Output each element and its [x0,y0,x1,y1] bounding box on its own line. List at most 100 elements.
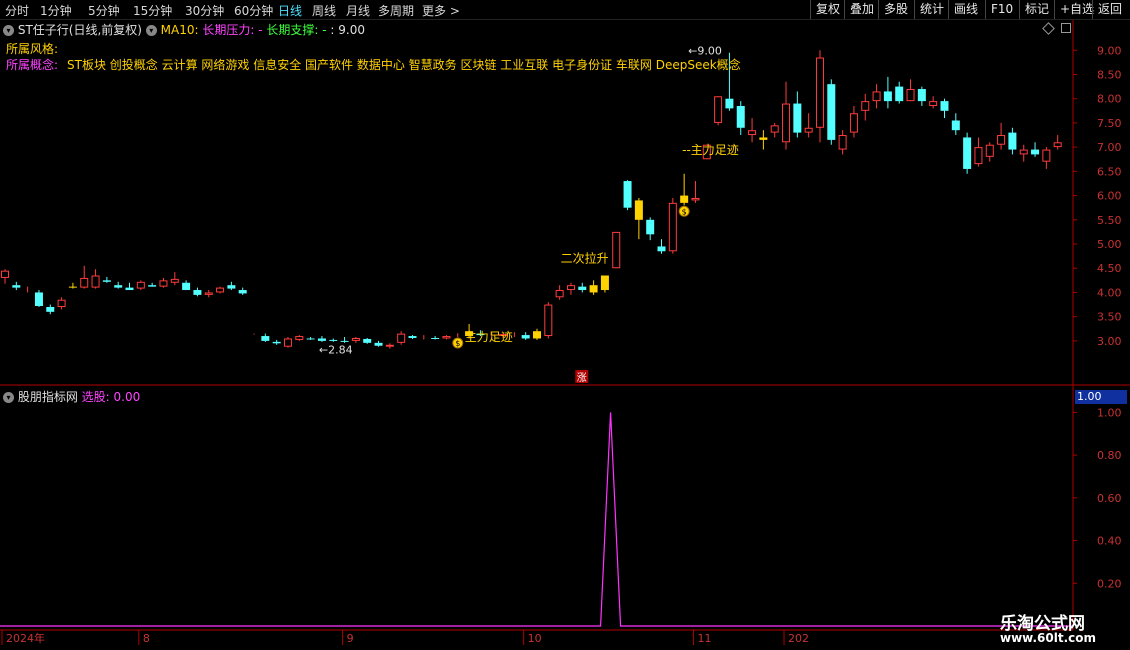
collapse-icon[interactable]: ▾ [3,25,14,36]
candle-body [397,333,406,343]
period-tab-9[interactable]: 多周期 [378,2,414,19]
period-tab-4[interactable]: 30分钟 [185,2,224,19]
period-tab-7[interactable]: 周线 [312,2,336,19]
candle-body [374,342,383,346]
price-tick-label: 7.00 [1097,141,1122,154]
candle-body [963,137,972,169]
indicator-select-label: 选股: 0.00 [81,390,141,404]
price-tick-label: 7.50 [1097,117,1122,130]
candle-body [385,344,394,347]
candle-body [182,282,191,291]
candle-body [985,144,994,157]
time-tick-label: 202 [788,632,809,645]
toolbar-button-6[interactable]: 标记 [1019,0,1054,19]
candle-body [827,84,836,140]
candle-body [838,135,847,150]
candle-body [612,231,621,269]
concept-label: 所属概念: [6,58,59,72]
candle-body [442,336,451,339]
indicator-name: 股朋指标网 [17,390,78,404]
chart-canvas: 9.00 8.50 8.00 7.50 7.00 6.50 6.00 5.50 5.00 4.50… [0,20,1130,645]
candle-body [657,246,666,252]
candle-body [317,338,326,341]
price-tick-label: 6.00 [1097,190,1122,203]
candle-body [148,285,157,287]
toolbar-button-5[interactable]: F10 [985,0,1018,19]
candle-body [589,285,598,293]
main-force-label-1: 主力足迹 [465,330,513,344]
candle-body [951,120,960,131]
candle-body [872,91,881,102]
candle-body [680,195,689,203]
settings-icon[interactable]: ▾ [145,25,157,36]
price-tick-label: 4.50 [1097,262,1122,275]
candle-body [80,277,89,288]
candle-body [974,147,983,165]
toolbar-button-2[interactable]: 多股 [878,0,913,19]
candle-body [782,103,791,143]
money-bag-symbol: $ [455,339,460,348]
candle-body [917,89,926,102]
toolbar-button-1[interactable]: 叠加 [844,0,879,19]
period-tab-5[interactable]: 60分钟 [234,2,273,19]
period-tab-10[interactable]: 更多 > [422,2,460,19]
toolbar-button-8[interactable]: 返回 [1092,0,1127,19]
price-tick-label: 4.00 [1097,286,1122,299]
price-tick-label: 6.50 [1097,165,1122,178]
time-tick-label: 10 [528,632,542,645]
watermark-url: www.60lt.com [1000,631,1097,645]
candle-body [340,340,349,342]
ma-label: MA10: [160,23,199,37]
toolbar-button-3[interactable]: 统计 [914,0,949,19]
candle-body [895,86,904,102]
price-tick-label: 8.50 [1097,68,1122,81]
candle-body [759,137,768,140]
candle-body [363,338,372,343]
period-tab-3[interactable]: 15分钟 [133,2,172,19]
candle-body [1008,132,1017,150]
candle-body [861,101,870,111]
candle-body [793,103,802,133]
period-tab-0[interactable]: 分时 [5,2,29,19]
indicator-line [0,412,1072,627]
candle-body [691,198,700,201]
period-tab-2[interactable]: 5分钟 [88,2,120,19]
candle-body [555,290,564,298]
price-tick-label: 5.00 [1097,238,1122,251]
window-square-icon[interactable] [1061,23,1071,33]
candle-body [544,304,553,337]
candle-body [125,287,134,291]
candle-body [91,275,100,288]
indicator-tick-label: 0.40 [1097,535,1122,548]
time-tick-label: 11 [697,632,711,645]
candle-body [646,219,655,235]
period-tab-1[interactable]: 1分钟 [40,2,72,19]
candle-body [725,98,734,109]
candle-body [770,125,779,133]
toolbar-button-0[interactable]: 复权 [810,0,845,19]
period-tab-6[interactable]: 日线 [278,2,302,19]
style-label: 所属风格: [6,42,59,56]
toolbar-button-4[interactable]: 画线 [948,0,983,19]
candle-body [600,275,609,291]
indicator-tick-label: 0.60 [1097,492,1122,505]
candle-body [1042,149,1051,162]
time-tick-label: 2024年 [6,631,45,645]
candle-body [748,130,757,136]
candle-body [329,339,338,341]
candle-body [431,337,440,339]
candle-body [1,270,9,278]
candle-body [68,286,77,288]
main-force-label-2: --主力足迹 [682,143,739,157]
candle-body [668,202,677,252]
period-tab-8[interactable]: 月线 [346,2,370,19]
money-bag-symbol: $ [682,207,687,216]
indicator-collapse-icon[interactable]: ▾ [3,392,14,403]
candle-body [306,338,315,340]
candle-body [46,306,55,312]
candle-body [170,278,179,283]
candle-body [272,341,281,344]
candle-body [12,285,21,288]
candle-body [102,280,111,282]
second-rise-label: 二次拉升 [561,250,609,265]
